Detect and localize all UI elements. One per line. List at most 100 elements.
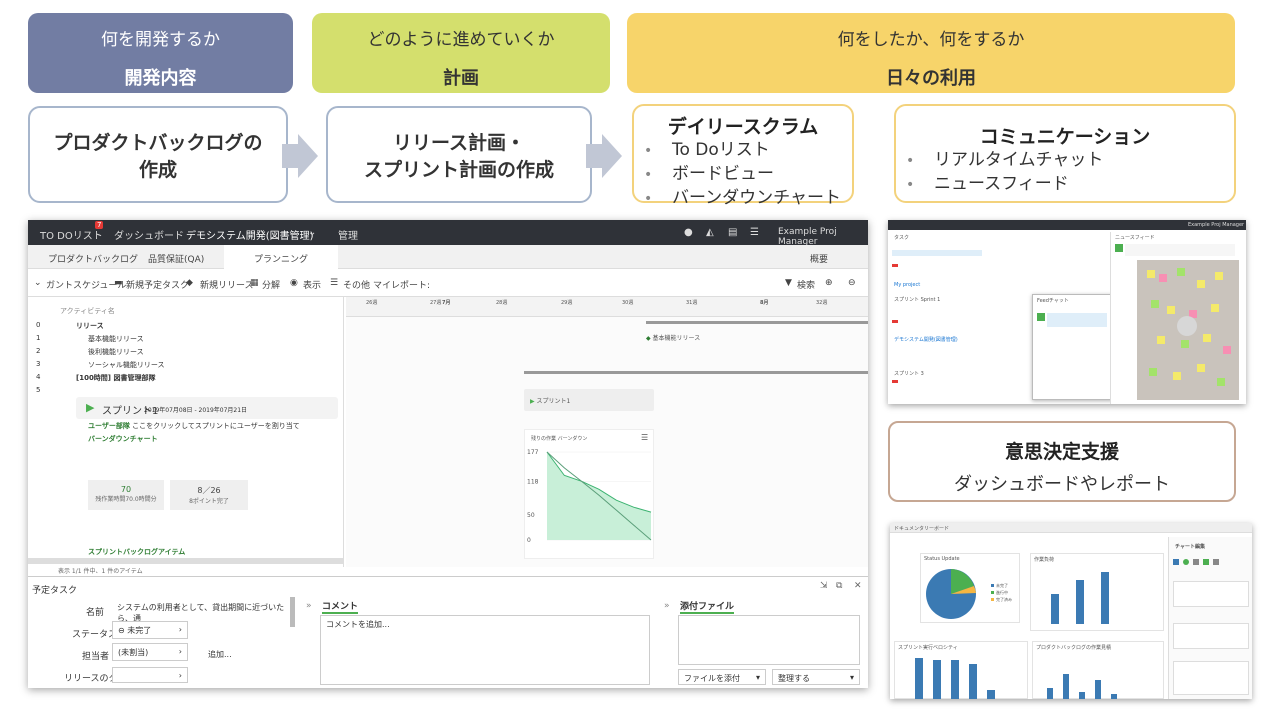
chevron-down-icon[interactable]: ⌄: [308, 227, 316, 238]
chart-type-icons[interactable]: [1173, 557, 1249, 567]
grid-row[interactable]: 1 基本機能リリース: [28, 334, 344, 347]
app-nav-bar: TO DOリスト 7 ダッシュボード デモシステム開発(図書管理) ⌄ 管理 ●…: [28, 220, 868, 247]
view-button[interactable]: 表示: [303, 278, 321, 291]
menu-icon[interactable]: ☰: [641, 433, 648, 442]
chart-icon[interactable]: ◭: [706, 227, 714, 238]
tag-icon: [892, 380, 898, 383]
shot2-tabbar: ドキュメンタリーボード: [890, 523, 1252, 533]
burndown-row[interactable]: バーンダウンチャート: [88, 434, 288, 447]
grid-row[interactable]: 2 後利機能リリース: [28, 347, 344, 360]
stat2-label: 8ポイント完了: [189, 498, 229, 505]
step-backlog-line2: 作成: [138, 159, 177, 181]
popout-icon[interactable]: ⧉: [836, 581, 842, 591]
week-label: 32週: [816, 300, 828, 306]
grid-row[interactable]: 4 [100時間] 図書管理部隊: [28, 373, 344, 386]
tab-overview[interactable]: 概要: [810, 252, 828, 265]
menu-icon[interactable]: ☰: [750, 227, 759, 238]
other-button[interactable]: その他: [343, 278, 370, 291]
gantt-timeline: 26週 27週 7月 28週 29週 30週 31週 8月 32週: [346, 297, 868, 317]
week-label: 26週: [366, 300, 378, 306]
week-label: 30週: [622, 300, 634, 306]
setting-box[interactable]: [1173, 581, 1249, 607]
row-no: 2: [36, 347, 41, 355]
burndown-chart: 177 118 50 0: [527, 449, 652, 544]
daily-item: バーンダウンチャート: [644, 187, 852, 211]
pin-icon[interactable]: ⇲: [820, 581, 828, 591]
grid-row[interactable]: 0 リリース: [28, 321, 344, 334]
newsfeed-panel: ニュースフィード: [1110, 232, 1246, 404]
workload-bar-chart: [1051, 572, 1109, 624]
decision-title: 意思決定支援: [1004, 441, 1119, 463]
chat-window[interactable]: Feedチャット: [1032, 294, 1116, 400]
stat2-value: 8／26: [197, 486, 221, 495]
setting-box[interactable]: [1173, 623, 1249, 649]
sprint-block[interactable]: ▶ スプリント1: [524, 389, 654, 411]
attach-dropzone[interactable]: [678, 615, 860, 665]
week-label: 29週: [561, 300, 573, 306]
step-release-line2: スプリント計画の作成: [363, 159, 554, 181]
sprint-header[interactable]: ▶ スプリント1 2019年07月08日 - 2019年07月21日: [76, 397, 338, 419]
row-name: [100時間] 図書管理部隊: [76, 374, 156, 382]
new-release-button[interactable]: 新規リリース: [200, 278, 254, 291]
assignee-select[interactable]: (未割当) ›: [112, 643, 188, 661]
banner-development-sub: 何を開発するか: [101, 30, 220, 50]
tab-planning[interactable]: プランニング: [224, 245, 339, 269]
add-link[interactable]: 追加...: [208, 649, 232, 660]
grid-row[interactable]: 3 ソーシャル機能リリース: [28, 360, 344, 373]
name-label: 名前: [86, 608, 105, 618]
release-bar[interactable]: [646, 321, 868, 324]
week-label: 27週: [430, 300, 442, 306]
search-button[interactable]: 検索: [797, 278, 815, 291]
expand-icon[interactable]: »: [664, 601, 670, 611]
organize-button[interactable]: 整理する ▾: [772, 669, 860, 685]
split-button[interactable]: 分解: [262, 278, 280, 291]
add-icon[interactable]: ⊕: [825, 278, 833, 288]
tab-backlog[interactable]: プロダクトバックログ: [48, 252, 138, 265]
scrollbar[interactable]: [28, 558, 344, 564]
step-communication: コミュニケーション リアルタイムチャット ニュースフィード: [894, 104, 1236, 203]
y-tick-label: 50: [527, 512, 535, 519]
chevron-down-icon[interactable]: ⌄: [34, 278, 42, 288]
daily-list: To Doリスト ボードビュー バーンダウンチャート: [644, 139, 852, 211]
chart-edit-title: チャート編集: [1175, 544, 1205, 550]
nav-project[interactable]: デモシステム開発(図書管理): [186, 227, 314, 247]
step-backlog: プロダクトバックログの 作成: [28, 106, 288, 203]
burndown-widget: 残りの作業 バーンダウン ☰ 177 118 50 0: [524, 429, 654, 559]
nav-todo[interactable]: TO DOリスト: [40, 227, 103, 242]
expand-icon[interactable]: »: [306, 601, 312, 611]
app-screenshot: TO DOリスト 7 ダッシュボード デモシステム開発(図書管理) ⌄ 管理 ●…: [28, 220, 868, 688]
new-task-button[interactable]: 新規予定タスク: [126, 278, 189, 291]
filter-icon[interactable]: ▼: [785, 278, 792, 288]
sprint-bar[interactable]: [524, 371, 868, 374]
panel-title: 予定タスク: [32, 586, 78, 596]
status-select[interactable]: ⊖ 未完了 ›: [112, 621, 188, 639]
tab-qa[interactable]: 品質保証(QA): [148, 252, 204, 265]
document-icon[interactable]: ▤: [728, 227, 737, 238]
nav-dashboard[interactable]: ダッシュボード: [114, 227, 184, 242]
attach-file-button[interactable]: ファイルを添付 ▾: [678, 669, 766, 685]
close-icon[interactable]: ✕: [854, 581, 862, 591]
minus-icon[interactable]: ⊖: [848, 278, 856, 288]
setting-box[interactable]: [1173, 661, 1249, 695]
velocity-bar-chart: [915, 658, 995, 699]
search-icon[interactable]: ●: [684, 227, 693, 238]
y-tick-label: 118: [527, 478, 539, 485]
shot1-item: スプリント 3: [894, 371, 924, 377]
nav-manage[interactable]: 管理: [338, 227, 358, 242]
my-report-label[interactable]: マイレポート:: [373, 278, 430, 291]
avatar: [1037, 313, 1045, 321]
user-story-row[interactable]: ユーザー部隊 ここをクリックしてスプリントにユーザーを割り当て: [88, 421, 338, 434]
release-tag-select[interactable]: ›: [112, 667, 188, 683]
pie-chart: 未完了 進行中 完了済み: [926, 569, 1012, 619]
stat1-value: 70: [120, 485, 132, 494]
user-name[interactable]: Example Proj Manager: [778, 227, 868, 247]
comment-input[interactable]: コメントを追加...: [320, 615, 650, 685]
svg-text:完了済み: 完了済み: [996, 596, 1012, 602]
shot1-navbar: Example Proj Manager: [888, 220, 1246, 230]
diamond-icon: ◆: [186, 278, 193, 288]
user-story-label: ユーザー部隊: [88, 422, 130, 430]
shot1-highlight: [892, 250, 982, 256]
scrollbar[interactable]: [290, 597, 295, 627]
chart-edit-panel: チャート編集: [1168, 537, 1252, 699]
name-field[interactable]: システムの利用者として、貸出期間に近づいたら、通: [112, 599, 292, 623]
